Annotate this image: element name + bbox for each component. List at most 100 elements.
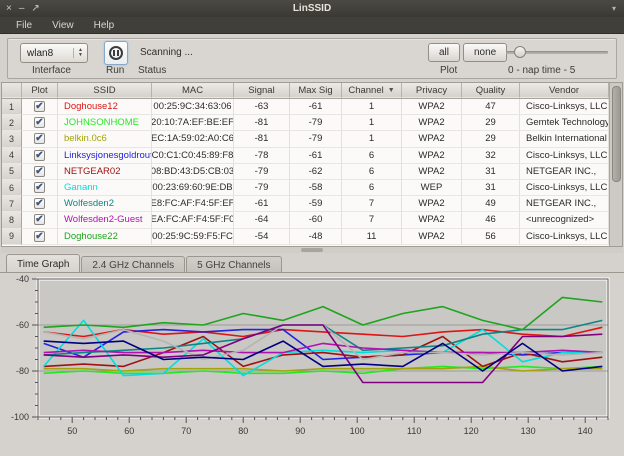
signal-cell: -64 [234, 212, 290, 228]
tab-time-graph[interactable]: Time Graph [6, 254, 80, 273]
plot-none-button[interactable]: none [463, 43, 507, 62]
maximize-icon[interactable]: ↗ [31, 4, 39, 14]
table-row[interactable]: 5✔NETGEAR0208:BD:43:D5:CB:03-79-626WPA23… [2, 164, 609, 180]
table-row[interactable]: 9✔Doghouse2200:25:9C:59:F5:FC-54-4811WPA… [2, 229, 609, 245]
plot-checkbox-cell[interactable]: ✔ [22, 99, 58, 115]
column-header-quality[interactable]: Quality [462, 83, 520, 98]
plot-checkbox-cell[interactable]: ✔ [22, 164, 58, 180]
max-sig-cell: -61 [290, 148, 342, 164]
column-header-channel[interactable]: Channel▼ [342, 83, 402, 98]
interface-select[interactable]: wlan8 ▲▼ [20, 43, 88, 63]
max-sig-cell: -61 [290, 99, 342, 115]
plot-area-bg [38, 279, 608, 417]
table-vertical-scrollbar[interactable] [609, 83, 622, 246]
row-number: 3 [2, 131, 22, 147]
titlebar: × – ↗ LinSSID ▾ [0, 0, 624, 17]
row-number: 9 [2, 229, 22, 245]
table-row[interactable]: 7✔Wolfesden2E8:FC:AF:F4:5F:EF-61-597WPA2… [2, 196, 609, 212]
plot-checkbox[interactable]: ✔ [34, 101, 45, 112]
header-corner [2, 83, 22, 98]
plot-all-button[interactable]: all [428, 43, 460, 62]
plot-checkbox-cell[interactable]: ✔ [22, 180, 58, 196]
max-sig-cell: -79 [290, 115, 342, 131]
table-row[interactable]: 1✔Doghouse1200:25:9C:34:63:06-63-611WPA2… [2, 99, 609, 115]
plot-checkbox[interactable]: ✔ [34, 150, 45, 161]
menu-item-file[interactable]: File [8, 19, 40, 32]
max-sig-cell: -79 [290, 131, 342, 147]
quality-cell: 47 [462, 99, 520, 115]
naptime-slider-handle[interactable] [514, 46, 526, 58]
plot-checkbox[interactable]: ✔ [34, 182, 45, 193]
column-header-ssid[interactable]: SSID [58, 83, 152, 98]
table-row[interactable]: 8✔Wolfesden2-GuestEA:FC:AF:F4:5F:F0-64-6… [2, 212, 609, 228]
table-row[interactable]: 3✔belkin.0c6EC:1A:59:02:A0:C6-81-791WPA2… [2, 131, 609, 147]
column-header-plot[interactable]: Plot [22, 83, 58, 98]
row-number: 5 [2, 164, 22, 180]
minimize-icon[interactable]: – [19, 4, 25, 14]
table-row[interactable]: 6✔Ganann00:23:69:60:9E:DB-79-586WEP31Cis… [2, 180, 609, 196]
menu-item-view[interactable]: View [44, 19, 82, 32]
spinner-arrows-icon[interactable]: ▲▼ [73, 48, 87, 58]
vendor-cell: Belkin International Inc [520, 131, 609, 147]
column-header-privacy[interactable]: Privacy [402, 83, 462, 98]
x-tick-label: 60 [124, 426, 134, 436]
column-header-signal[interactable]: Signal [234, 83, 290, 98]
mac-cell: 20:10:7A:EF:BE:EF [152, 115, 234, 131]
table-row[interactable]: 4✔LinksysjonesgoldrouterC0:C1:C0:45:89:F… [2, 148, 609, 164]
tab-5-ghz-channels[interactable]: 5 GHz Channels [186, 256, 281, 273]
run-pause-button[interactable] [104, 41, 128, 65]
channel-cell: 1 [342, 115, 402, 131]
y-tick-label: -40 [16, 274, 29, 284]
plot-checkbox-cell[interactable]: ✔ [22, 196, 58, 212]
plot-checkbox[interactable]: ✔ [34, 166, 45, 177]
menu-item-help[interactable]: Help [86, 19, 123, 32]
table-vertical-scrollbar-thumb[interactable] [612, 86, 621, 182]
table-horizontal-scrollbar[interactable] [1, 247, 623, 253]
vendor-cell: Cisco-Linksys, LLC [520, 229, 609, 245]
signal-cell: -79 [234, 180, 290, 196]
plot-checkbox[interactable]: ✔ [34, 198, 45, 209]
plot-checkbox-cell[interactable]: ✔ [22, 148, 58, 164]
vendor-cell: Cisco-Linksys, LLC [520, 148, 609, 164]
mac-cell: E8:FC:AF:F4:5F:EF [152, 196, 234, 212]
plot-checkbox[interactable]: ✔ [34, 133, 45, 144]
x-tick-label: 100 [350, 426, 365, 436]
row-number: 7 [2, 196, 22, 212]
tab-2-4-ghz-channels[interactable]: 2.4 GHz Channels [81, 256, 185, 273]
quality-cell: 32 [462, 148, 520, 164]
plot-checkbox-cell[interactable]: ✔ [22, 131, 58, 147]
table-row[interactable]: 2✔JOHNSONHOME20:10:7A:EF:BE:EF-81-791WPA… [2, 115, 609, 131]
ssid-cell: Linksysjonesgoldrouter [58, 148, 152, 164]
mac-cell: EA:FC:AF:F4:5F:F0 [152, 212, 234, 228]
x-tick-label: 140 [578, 426, 593, 436]
shade-icon[interactable]: ▾ [564, 4, 624, 13]
time-graph-panel: -100-80-60-405060708090100110120130140 [0, 272, 624, 456]
run-label: Run [106, 65, 124, 76]
plot-checkbox[interactable]: ✔ [34, 117, 45, 128]
vendor-cell: Gemtek Technology C... [520, 115, 609, 131]
toolbar: wlan8 ▲▼ Scanning ... all none Interface… [7, 38, 617, 79]
column-header-max-sig[interactable]: Max Sig [290, 83, 342, 98]
plot-checkbox[interactable]: ✔ [34, 231, 45, 242]
column-header-mac[interactable]: MAC [152, 83, 234, 98]
channel-cell: 7 [342, 196, 402, 212]
x-tick-label: 50 [67, 426, 77, 436]
plot-checkbox-cell[interactable]: ✔ [22, 115, 58, 131]
naptime-slider[interactable] [506, 51, 608, 54]
plot-checkbox-cell[interactable]: ✔ [22, 212, 58, 228]
column-header-vendor[interactable]: Vendor [520, 83, 609, 98]
table-horizontal-scrollbar-thumb[interactable] [301, 248, 323, 252]
mac-cell: 00:23:69:60:9E:DB [152, 180, 234, 196]
plot-checkbox-cell[interactable]: ✔ [22, 229, 58, 245]
plot-checkbox[interactable]: ✔ [34, 214, 45, 225]
window-title: LinSSID [60, 3, 564, 14]
close-icon[interactable]: × [6, 4, 12, 14]
vendor-cell: <unrecognized> [520, 212, 609, 228]
x-tick-label: 90 [295, 426, 305, 436]
ssid-cell: NETGEAR02 [58, 164, 152, 180]
ssid-cell: JOHNSONHOME [58, 115, 152, 131]
quality-cell: 56 [462, 229, 520, 245]
x-tick-label: 80 [238, 426, 248, 436]
interface-label: Interface [32, 65, 71, 76]
row-number: 8 [2, 212, 22, 228]
